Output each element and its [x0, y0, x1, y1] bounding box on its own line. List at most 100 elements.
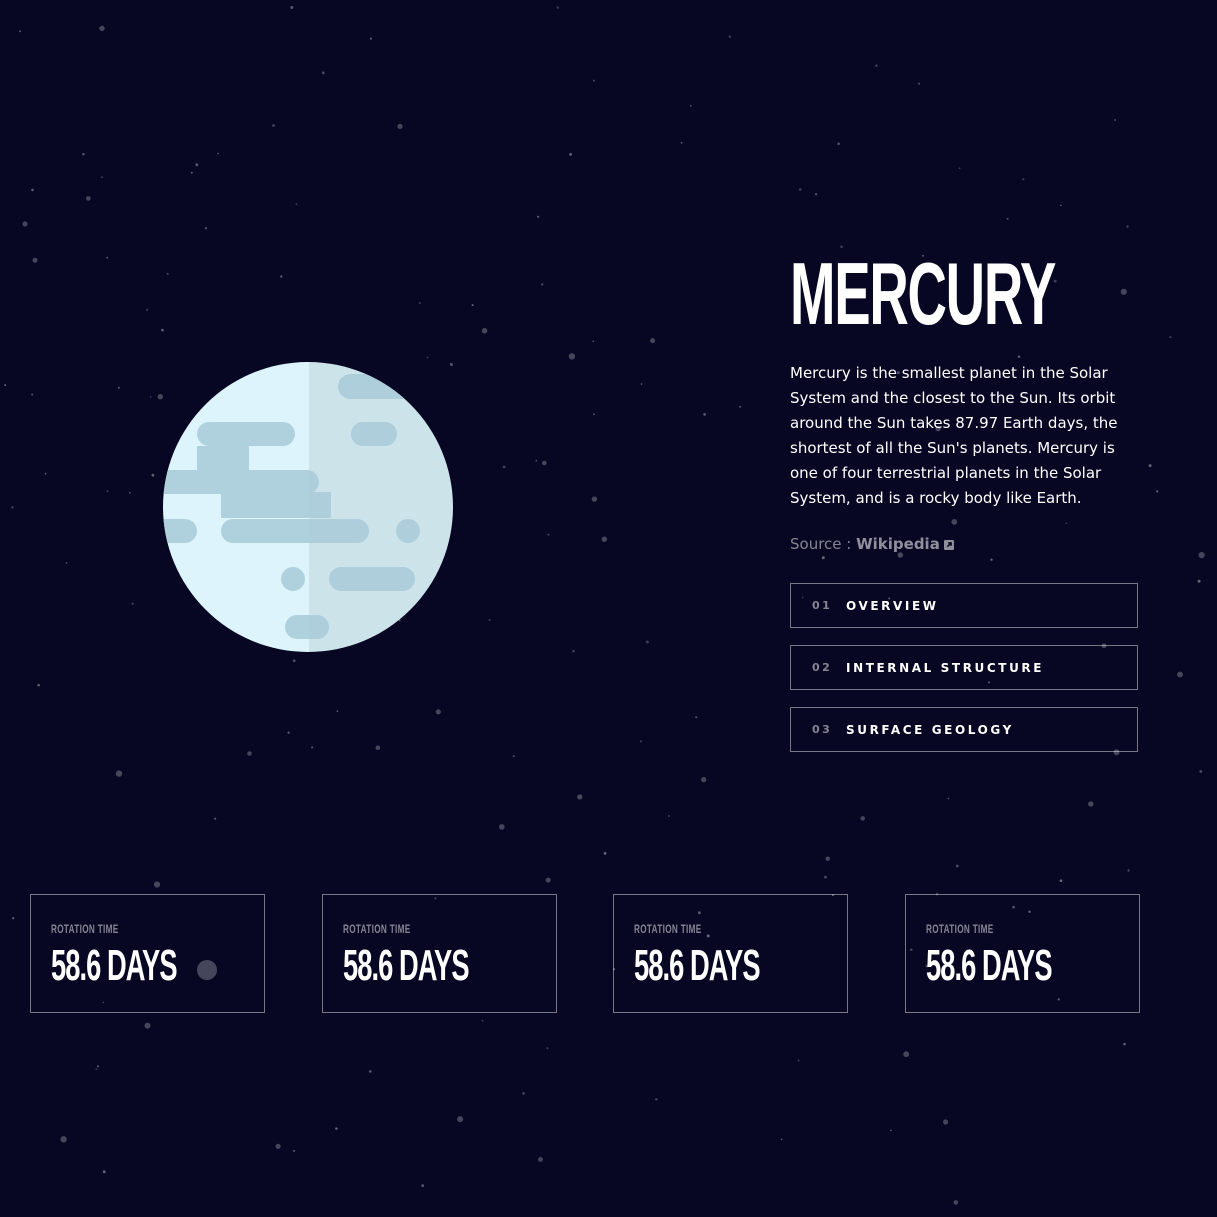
star [1199, 770, 1203, 773]
star [44, 472, 47, 475]
star [375, 745, 381, 751]
mercury-planet-illustration [163, 362, 453, 652]
star [488, 619, 491, 621]
star [293, 1149, 295, 1152]
star [655, 1098, 658, 1101]
star [572, 649, 575, 653]
star [680, 141, 683, 144]
star [60, 1136, 67, 1143]
star [144, 1022, 151, 1029]
star [95, 1068, 98, 1070]
tab-internal-structure[interactable]: 02 INTERNAL STRUCTURE [790, 645, 1138, 690]
star [153, 881, 161, 888]
star [537, 215, 540, 218]
stat-card: ROTATION TIME 58.6 DAYS [905, 894, 1140, 1013]
star [1156, 490, 1159, 493]
star [102, 1170, 106, 1174]
star [1126, 225, 1129, 228]
star [275, 1143, 281, 1149]
star [151, 473, 155, 477]
star [814, 193, 818, 196]
external-link-icon[interactable] [943, 540, 954, 550]
stat-value: 58.6 DAYS [634, 941, 761, 990]
star [146, 308, 149, 311]
star [481, 1019, 484, 1022]
star [1022, 178, 1025, 181]
star [798, 188, 802, 191]
star [512, 755, 515, 758]
star [1060, 204, 1062, 207]
star [577, 794, 583, 800]
star [471, 304, 474, 307]
source-line: Source : Wikipedia [790, 532, 954, 556]
star [247, 751, 252, 756]
star [780, 1138, 783, 1141]
star [499, 824, 505, 830]
star [397, 123, 403, 129]
star [19, 30, 22, 33]
star [545, 877, 551, 883]
star [1006, 217, 1009, 220]
star [875, 64, 878, 67]
stat-value: 58.6 DAYS [926, 941, 1053, 990]
star [65, 562, 68, 564]
star [903, 1051, 910, 1058]
star [217, 152, 219, 155]
stat-value: 58.6 DAYS [343, 941, 470, 990]
star [1120, 288, 1127, 295]
wikipedia-link[interactable]: Wikipedia [856, 535, 940, 553]
star [639, 740, 643, 743]
star [435, 709, 441, 715]
star [106, 490, 109, 492]
star [101, 176, 103, 179]
star [951, 519, 958, 525]
star [82, 153, 85, 156]
star [568, 353, 576, 360]
star [958, 167, 961, 170]
star [161, 328, 164, 332]
stat-value: 58.6 DAYS [51, 941, 178, 990]
star [837, 142, 840, 146]
star [336, 710, 339, 713]
star [603, 852, 607, 855]
star [522, 1092, 525, 1095]
stat-card: ROTATION TIME 58.6 DAYS [613, 894, 848, 1013]
tab-number: 02 [812, 661, 833, 674]
star [4, 384, 7, 387]
stat-label: ROTATION TIME [634, 922, 702, 936]
star [204, 227, 208, 230]
star [99, 25, 105, 32]
star [592, 340, 594, 343]
star [12, 917, 15, 920]
star [821, 556, 825, 560]
star [96, 1065, 100, 1068]
star [695, 716, 698, 719]
star [701, 777, 707, 783]
star [131, 602, 134, 605]
star [1198, 552, 1205, 559]
star [128, 491, 131, 494]
star [335, 1127, 338, 1130]
star [11, 506, 14, 509]
star [955, 864, 959, 868]
star [31, 188, 34, 192]
star [22, 221, 28, 227]
star [1127, 869, 1130, 872]
star [556, 6, 559, 9]
star [650, 338, 656, 344]
star [321, 71, 325, 75]
tab-surface-geology[interactable]: 03 SURFACE GEOLOGY [790, 707, 1138, 752]
star [37, 683, 40, 687]
stat-card: ROTATION TIME 58.6 DAYS [30, 894, 265, 1013]
source-prefix: Source : [790, 535, 857, 553]
star [797, 1059, 800, 1062]
star [546, 1047, 549, 1050]
star [214, 817, 217, 820]
star [290, 6, 294, 9]
star [593, 413, 595, 416]
star [421, 1184, 425, 1187]
star [1065, 522, 1068, 524]
star [947, 797, 950, 800]
star [418, 302, 421, 304]
tab-overview[interactable]: 01 OVERVIEW [790, 583, 1138, 628]
